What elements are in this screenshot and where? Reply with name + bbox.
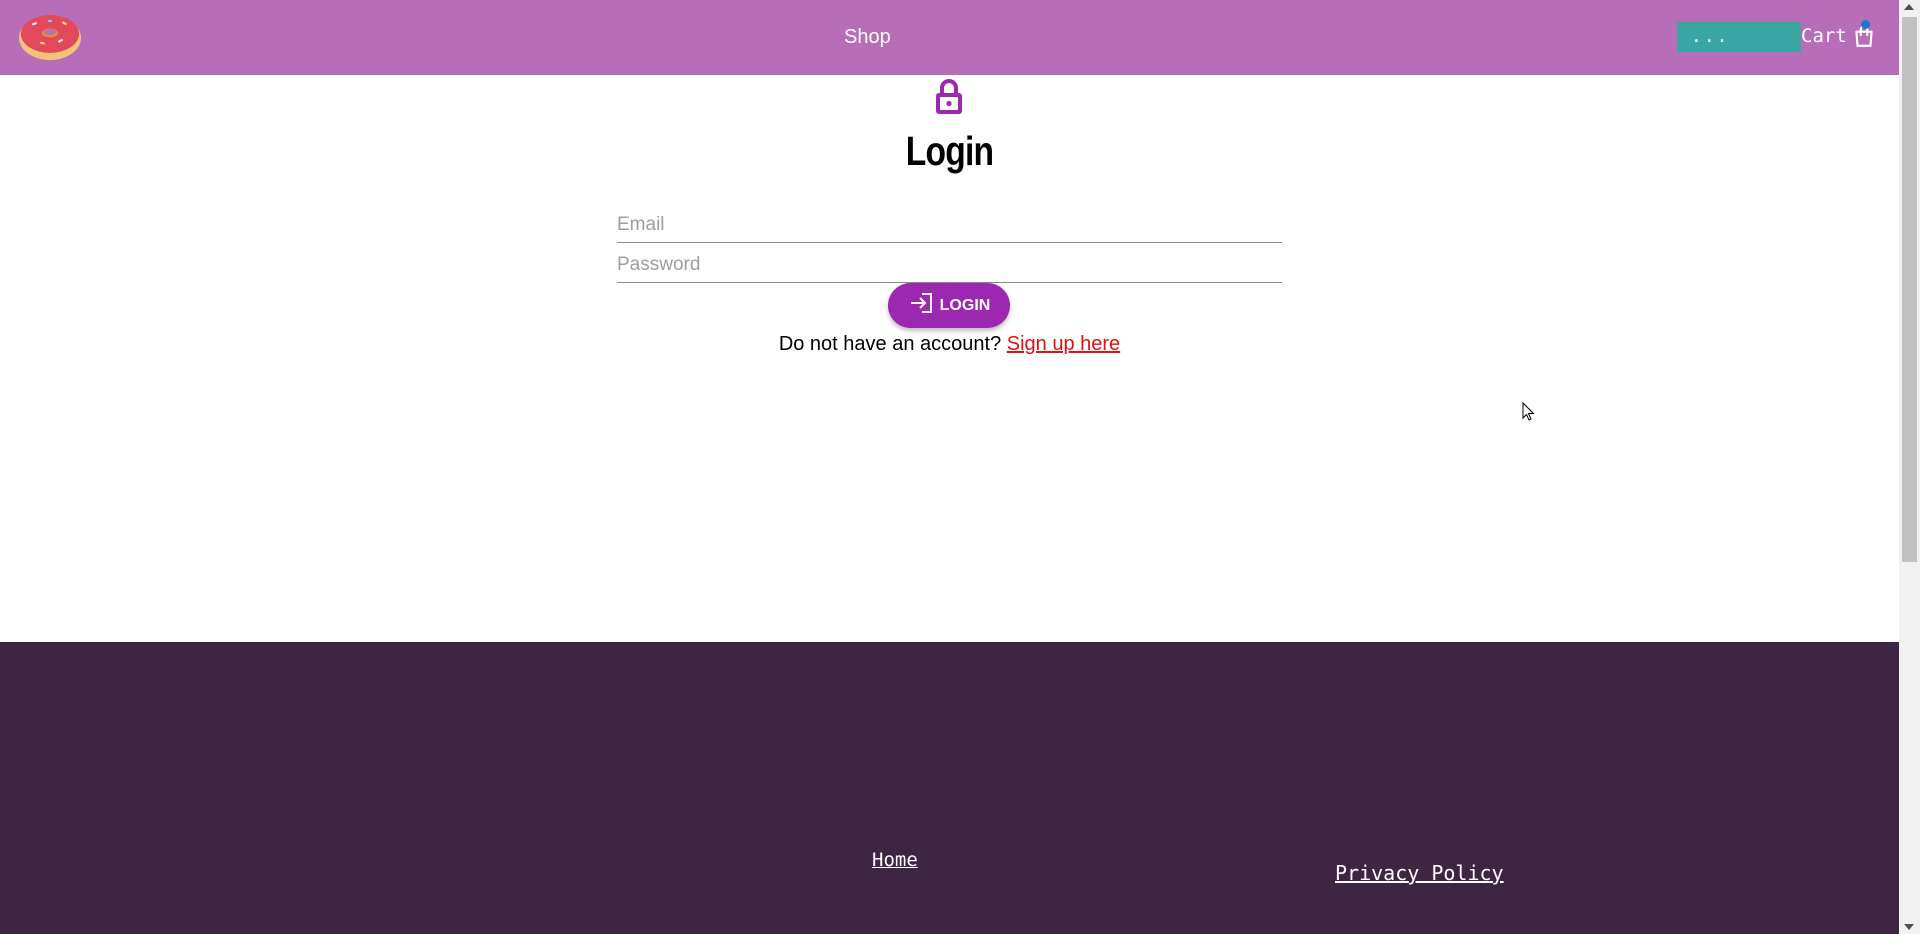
footer-privacy-link[interactable]: Privacy Policy [1335, 861, 1504, 885]
mouse-cursor-icon [1522, 401, 1536, 422]
user-menu-chip[interactable]: ... [1677, 22, 1801, 52]
signup-prompt: Do not have an account? [778, 333, 1002, 355]
signup-link[interactable]: Sign up here [1007, 333, 1120, 355]
login-button-label: LOGIN [939, 296, 991, 314]
cart-label: Cart [1801, 25, 1847, 47]
scrollbar-thumb[interactable] [1902, 17, 1917, 562]
page: Shop ... Cart Login Email LOGIN Do not h… [0, 0, 1899, 934]
cart-button[interactable]: Cart [1801, 20, 1877, 52]
password-field[interactable] [617, 248, 1282, 283]
signup-row: Do not have an account? Sign up here [0, 333, 1899, 356]
top-navbar: Shop ... Cart [0, 0, 1899, 75]
nav-shop-link[interactable]: Shop [844, 26, 891, 49]
donut-logo-icon[interactable] [18, 8, 82, 62]
lock-icon [934, 78, 964, 116]
login-button[interactable]: LOGIN [888, 283, 1010, 328]
scroll-down-arrow-icon[interactable] [1904, 924, 1914, 930]
footer-home-link[interactable]: Home [872, 849, 918, 871]
shopping-bag-icon [1851, 20, 1877, 49]
email-field[interactable] [617, 208, 1282, 243]
footer: Home Privacy Policy [0, 642, 1899, 934]
cart-badge-dot [1860, 20, 1870, 29]
page-title: Login [905, 128, 994, 174]
scroll-up-arrow-icon[interactable] [1904, 4, 1914, 10]
login-arrow-icon [908, 291, 936, 320]
vertical-scrollbar[interactable] [1899, 0, 1920, 934]
